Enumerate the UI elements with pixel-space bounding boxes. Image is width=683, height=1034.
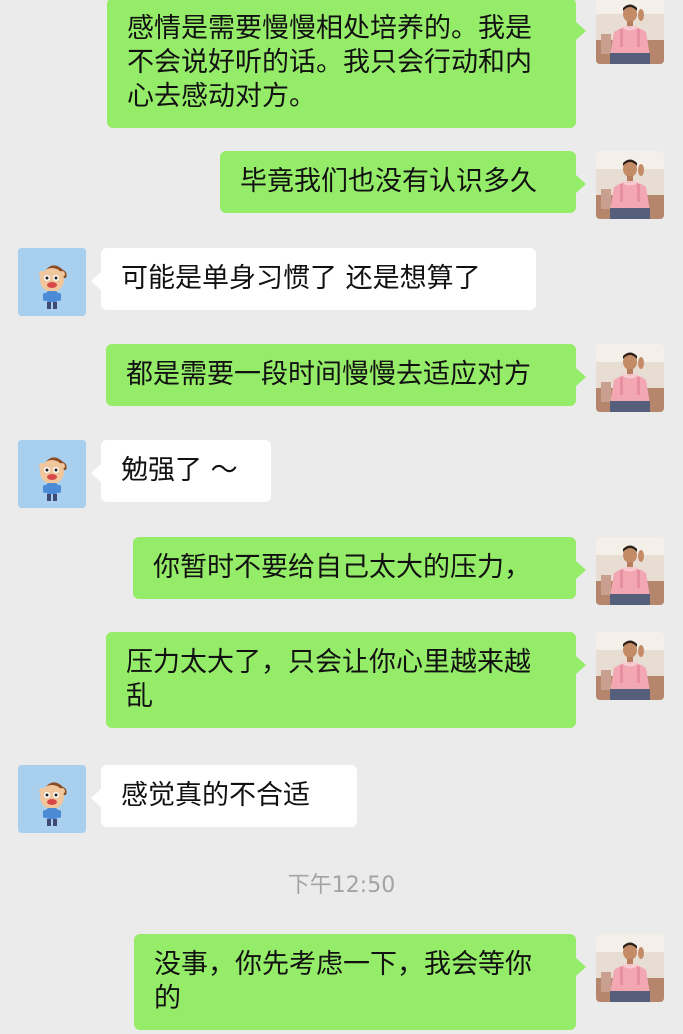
man-photo-icon	[596, 151, 664, 219]
message-row: 感觉真的不合适	[0, 765, 683, 833]
chat-area: 感情是需要慢慢相处培养的。我是不会说好听的话。我只会行动和内心去感动对方。 毕竟…	[0, 0, 683, 1030]
contact-avatar[interactable]	[18, 765, 86, 833]
message-bubble-incoming[interactable]: 感觉真的不合适	[91, 765, 357, 827]
cartoon-boy-icon	[18, 765, 86, 833]
contact-avatar[interactable]	[18, 440, 86, 508]
user-avatar[interactable]	[596, 934, 664, 1002]
message-timestamp: 下午12:50	[287, 873, 396, 898]
cartoon-boy-icon	[18, 248, 86, 316]
message-row: 毕竟我们也没有认识多久	[0, 151, 683, 219]
message-row: 没事，你先考虑一下，我会等你的	[0, 934, 683, 1034]
message-bubble-outgoing[interactable]: 没事，你先考虑一下，我会等你的	[134, 934, 586, 1030]
message-bubble-outgoing[interactable]: 感情是需要慢慢相处培养的。我是不会说好听的话。我只会行动和内心去感动对方。	[107, 0, 586, 128]
message-row: 你暂时不要给自己太大的压力，	[0, 537, 683, 605]
user-avatar[interactable]	[596, 537, 664, 605]
message-bubble-outgoing[interactable]: 你暂时不要给自己太大的压力，	[133, 537, 586, 599]
message-bubble-outgoing[interactable]: 毕竟我们也没有认识多久	[220, 151, 586, 213]
user-avatar[interactable]	[596, 632, 664, 700]
cartoon-boy-icon	[18, 440, 86, 508]
message-bubble-outgoing[interactable]: 压力太大了，只会让你心里越来越乱	[106, 632, 586, 728]
user-avatar[interactable]	[596, 0, 664, 64]
man-photo-icon	[596, 0, 664, 64]
message-row: 勉强了 ～	[0, 440, 683, 508]
message-row: 感情是需要慢慢相处培养的。我是不会说好听的话。我只会行动和内心去感动对方。	[0, 0, 683, 128]
man-photo-icon	[596, 632, 664, 700]
message-row: 可能是单身习惯了 还是想算了	[0, 248, 683, 316]
message-row: 压力太大了，只会让你心里越来越乱	[0, 632, 683, 734]
message-bubble-incoming[interactable]: 勉强了 ～	[91, 440, 271, 502]
message-bubble-incoming[interactable]: 可能是单身习惯了 还是想算了	[91, 248, 536, 310]
contact-avatar[interactable]	[18, 248, 86, 316]
user-avatar[interactable]	[596, 151, 664, 219]
message-bubble-outgoing[interactable]: 都是需要一段时间慢慢去适应对方	[106, 344, 586, 406]
man-photo-icon	[596, 344, 664, 412]
user-avatar[interactable]	[596, 344, 664, 412]
man-photo-icon	[596, 934, 664, 1002]
man-photo-icon	[596, 537, 664, 605]
message-row: 都是需要一段时间慢慢去适应对方	[0, 344, 683, 412]
